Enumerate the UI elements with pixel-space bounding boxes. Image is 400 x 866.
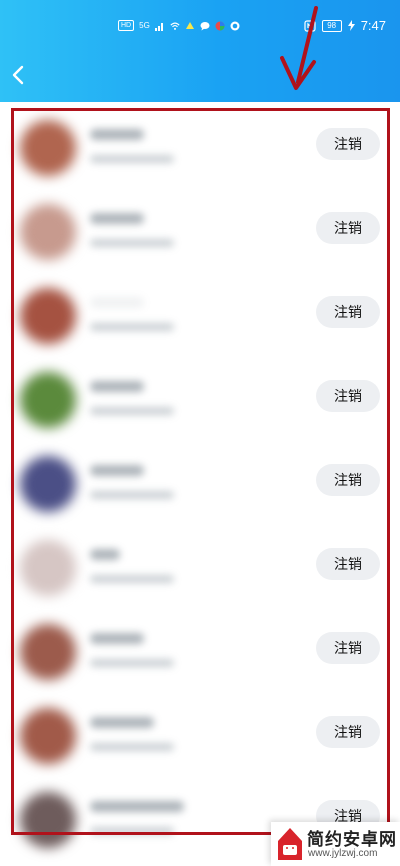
blurred-subtitle (90, 407, 174, 415)
blurred-subtitle (90, 239, 174, 247)
list-item: 注销 (0, 448, 400, 532)
status-right-icons: 98 7:47 (304, 18, 386, 33)
blurred-subtitle (90, 743, 174, 751)
status-left-icons: HD 5G (118, 20, 240, 31)
deregister-button[interactable]: 注销 (316, 128, 380, 160)
account-list: 注销 注销 注销 注销 注销 注销 注销 注销 注销 (0, 102, 400, 866)
deregister-button[interactable]: 注销 (316, 548, 380, 580)
avatar (20, 624, 76, 680)
blurred-name (90, 801, 184, 812)
watermark-badge: 简约安卓网 www.jylzwj.com (271, 822, 400, 866)
colorful-app-icon (215, 21, 225, 30)
shield-app-icon (230, 21, 240, 30)
list-item: 注销 (0, 532, 400, 616)
deregister-button[interactable]: 注销 (316, 716, 380, 748)
blurred-subtitle (90, 575, 174, 583)
blurred-subtitle (90, 827, 174, 835)
blurred-name (90, 465, 144, 476)
deregister-button[interactable]: 注销 (316, 212, 380, 244)
chevron-left-icon[interactable] (8, 64, 30, 86)
blurred-name (90, 129, 144, 140)
chat-bubble-icon (200, 21, 210, 30)
list-item: 注销 (0, 196, 400, 280)
blurred-name (90, 633, 144, 644)
watermark-title: 简约安卓网 (307, 830, 397, 850)
signal-icon (154, 22, 163, 31)
blurred-subtitle (90, 491, 174, 499)
list-item: 注销 (0, 616, 400, 700)
clock: 7:47 (360, 18, 386, 33)
nfc-icon (304, 19, 316, 32)
list-item: 注销 (0, 700, 400, 784)
deregister-button[interactable]: 注销 (316, 632, 380, 664)
list-item: 注销 (0, 280, 400, 364)
avatar (20, 708, 76, 764)
blurred-name (90, 213, 144, 224)
avatar (20, 456, 76, 512)
avatar (20, 204, 76, 260)
avatar (20, 792, 76, 848)
list-item: 注销 (0, 112, 400, 196)
deregister-button[interactable]: 注销 (316, 380, 380, 412)
list-item: 注销 (0, 364, 400, 448)
avatar (20, 372, 76, 428)
hd-badge: HD (118, 20, 135, 31)
avatar (20, 288, 76, 344)
blurred-name (90, 297, 144, 308)
status-bar: HD 5G 98 7:47 (0, 18, 400, 40)
charging-bolt-icon (347, 20, 355, 31)
avatar (20, 120, 76, 176)
battery-indicator: 98 (321, 19, 342, 32)
deregister-button[interactable]: 注销 (316, 464, 380, 496)
blurred-name (90, 717, 154, 728)
network-generation: 5G (139, 21, 150, 30)
watermark-url: www.jylzwj.com (308, 848, 378, 859)
app-header: HD 5G 98 7:47 (0, 0, 400, 112)
avatar (20, 540, 76, 596)
android-logo-icon (278, 828, 302, 860)
blurred-subtitle (90, 155, 174, 163)
blurred-subtitle (90, 659, 174, 667)
app-notification-icon (185, 21, 194, 29)
blurred-subtitle (90, 323, 174, 331)
deregister-button[interactable]: 注销 (316, 296, 380, 328)
blurred-name (90, 549, 120, 560)
wifi-icon (170, 22, 180, 30)
blurred-name (90, 381, 144, 392)
